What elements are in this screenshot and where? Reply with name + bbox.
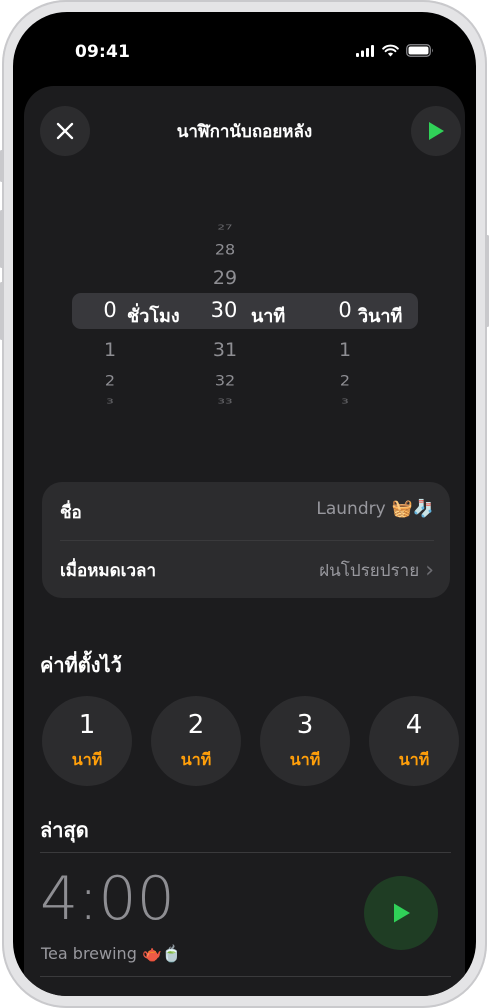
screen: 09:41 นาฬิกานับถอยหลัง 0 ชั่วโมง 1 2 3 2… (13, 12, 476, 996)
preset-value: 3 (296, 710, 314, 740)
recent-timer-label: Tea brewing (41, 944, 137, 963)
hours-label: ชั่วโมง (127, 306, 180, 327)
divider (40, 976, 451, 977)
minutes-next-3: 33 (217, 396, 233, 406)
preset-unit: นาที (289, 750, 321, 769)
timer-sheet: นาฬิกานับถอยหลัง 0 ชั่วโมง 1 2 3 27 28 2… (24, 86, 465, 996)
preset-unit: นาที (71, 750, 103, 769)
preset-value: 1 (78, 710, 96, 740)
hours-next-1: 1 (103, 339, 117, 361)
when-done-value: ฝนโปรยปราย (319, 561, 420, 581)
minutes-prev-3: 27 (217, 222, 233, 232)
preset-value: 2 (187, 710, 205, 740)
preset-button-1[interactable]: 1 นาที (42, 696, 132, 786)
minutes-next-2: 32 (214, 372, 236, 389)
minutes-label: นาที (251, 306, 286, 327)
status-bar: 09:41 (13, 12, 476, 72)
recent-timer-duration: 4:00 (40, 864, 175, 934)
preset-unit: นาที (398, 750, 430, 769)
preset-button-2[interactable]: 2 นาที (151, 696, 241, 786)
cellular-signal-icon (356, 44, 374, 57)
status-time: 09:41 (75, 42, 131, 62)
preset-value: 4 (405, 710, 423, 740)
seconds-label: วินาที (358, 306, 403, 327)
tea-emoji-icon: 🫖🍵 (141, 944, 182, 963)
laundry-emoji-icon: 🧺🧦 (391, 499, 434, 519)
preset-button-4[interactable]: 4 นาที (369, 696, 459, 786)
when-done-row[interactable]: เมื่อหมดเวลา ฝนโปรยปราย › (42, 540, 450, 598)
hours-next-3: 3 (106, 396, 114, 406)
seconds-next-2: 2 (339, 372, 351, 389)
minutes-next-1: 31 (212, 339, 238, 361)
hours-selected: 0 (103, 298, 117, 322)
when-done-value-group: ฝนโปรยปราย › (319, 557, 434, 584)
preset-button-3[interactable]: 3 นาที (260, 696, 350, 786)
recents-title: ล่าสุด (40, 818, 89, 842)
seconds-selected: 0 (338, 298, 352, 322)
minutes-prev-2: 28 (214, 241, 236, 258)
when-done-label: เมื่อหมดเวลา (60, 561, 156, 581)
minutes-selected: 30 (210, 298, 238, 322)
battery-icon (406, 44, 433, 57)
seconds-next-3: 3 (341, 396, 349, 406)
wifi-icon (382, 44, 399, 57)
status-icons (356, 44, 434, 57)
play-icon (394, 903, 410, 923)
play-icon (429, 122, 444, 140)
volume-down-button (0, 282, 3, 340)
recent-timer-label-group: Tea brewing 🫖🍵 (41, 944, 182, 963)
volume-up-button (0, 210, 3, 268)
minutes-prev-1: 29 (212, 267, 238, 289)
name-label: ชื่อ (60, 503, 82, 523)
page-title: นาฬิกานับถอยหลัง (176, 122, 313, 142)
recent-timer-start-button[interactable] (364, 876, 438, 950)
name-value-group: Laundry 🧺🧦 (316, 499, 434, 519)
preset-unit: นาที (180, 750, 212, 769)
duration-picker[interactable]: 0 ชั่วโมง 1 2 3 27 28 29 30 นาที 31 32 3… (24, 210, 465, 420)
presets-title: ค่าที่ตั้งไว้ (40, 653, 122, 677)
name-row[interactable]: ชื่อ Laundry 🧺🧦 (42, 482, 450, 541)
action-button (0, 150, 3, 182)
timer-settings-card: ชื่อ Laundry 🧺🧦 เมื่อหมดเวลา ฝนโปรยปราย … (42, 482, 450, 598)
start-button[interactable] (411, 106, 461, 156)
chevron-right-icon: › (425, 558, 434, 583)
divider (40, 852, 451, 853)
name-value: Laundry (316, 499, 386, 519)
hours-next-2: 2 (104, 372, 116, 389)
seconds-next-1: 1 (338, 339, 352, 361)
